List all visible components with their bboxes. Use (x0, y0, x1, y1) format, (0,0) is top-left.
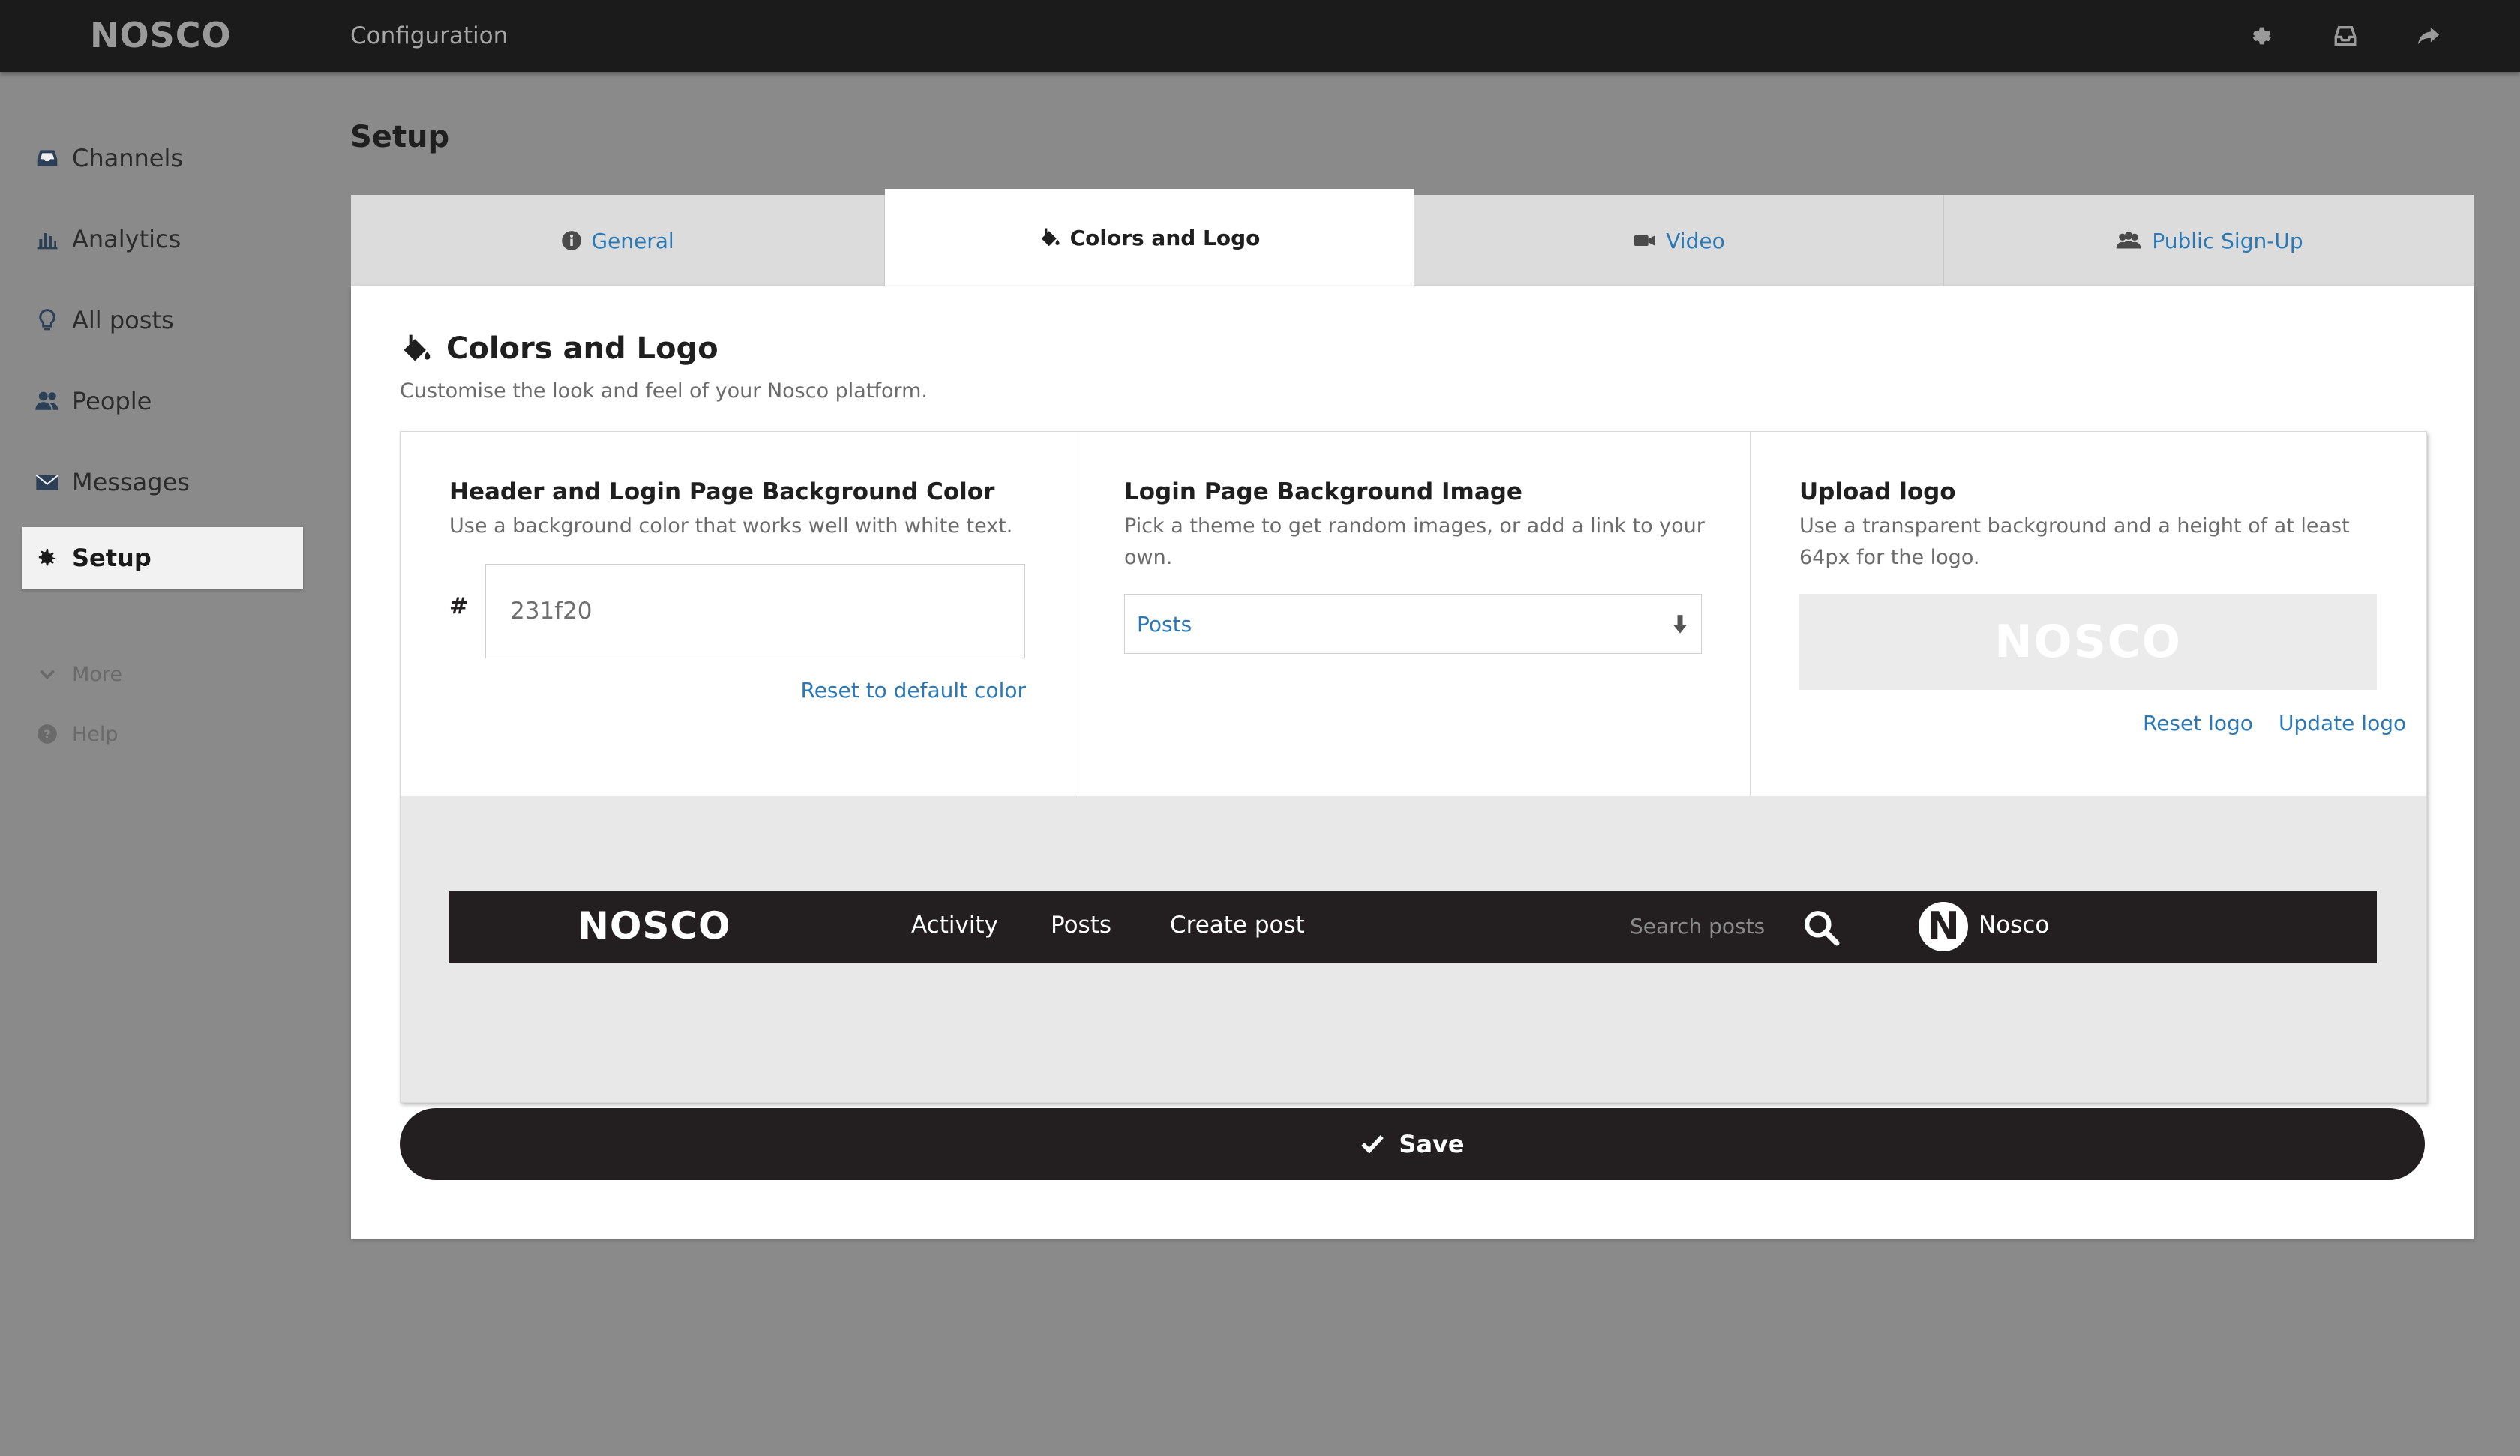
reset-color-link[interactable]: Reset to default color (801, 678, 1027, 703)
tab-general[interactable]: General (351, 195, 885, 286)
video-camera-icon (1634, 235, 1656, 246)
sidebar-help[interactable]: ? Help (22, 703, 303, 765)
preview-brand: NOSCO (578, 904, 731, 948)
update-logo-link[interactable]: Update logo (2278, 711, 2406, 735)
setup-tabs: General Colors and Logo Video Public Sig… (351, 187, 2474, 286)
svg-text:?: ? (44, 727, 50, 741)
preview-username: Nosco (1978, 912, 2050, 939)
preview-nav-item: Create post (1170, 912, 1305, 939)
paint-bucket-icon (1041, 228, 1060, 247)
sidebar-more-toggle[interactable]: More (22, 643, 303, 705)
people-icon (34, 388, 60, 414)
bar-chart-icon (34, 226, 60, 252)
image-card-description: Pick a theme to get random images, or ad… (1124, 514, 1705, 569)
background-image-card: Login Page Background Image Pick a theme… (1076, 432, 1750, 796)
sidebar-item-label: Setup (72, 544, 152, 572)
search-icon (1804, 911, 1840, 946)
tab-label: Video (1666, 228, 1725, 253)
lightbulb-icon (34, 307, 60, 333)
image-card-title: Login Page Background Image (1124, 478, 1522, 505)
color-hex-input[interactable]: 231f20 (485, 564, 1025, 658)
sidebar-item-analytics[interactable]: Analytics (22, 208, 303, 270)
sidebar-more-label: More (72, 662, 122, 686)
panel-header: Colors and Logo (400, 331, 718, 366)
sidebar-item-label: Channels (72, 144, 184, 172)
arrow-down-icon (1672, 615, 1688, 634)
top-bar: NOSCO Configuration (0, 0, 2520, 72)
page-title: Setup (350, 120, 450, 154)
tab-label: General (591, 228, 674, 253)
background-theme-select[interactable]: Posts (1124, 594, 1702, 654)
sidebar-help-label: Help (72, 722, 118, 746)
preview-avatar: N (1918, 902, 1968, 951)
tab-label: Public Sign-Up (2152, 228, 2303, 253)
sidebar-item-messages[interactable]: Messages (22, 451, 303, 513)
tab-label: Colors and Logo (1070, 225, 1261, 250)
breadcrumb: Configuration (350, 22, 508, 49)
tab-video[interactable]: Video (1414, 195, 1944, 286)
chevron-down-icon (34, 661, 60, 687)
sidebar-item-setup[interactable]: Setup (22, 527, 303, 589)
settings-cards: Header and Login Page Background Color U… (400, 431, 2427, 1103)
gear-icon (34, 545, 60, 571)
sidebar-item-label: Analytics (72, 225, 182, 253)
tab-colors-and-logo[interactable]: Colors and Logo (885, 189, 1414, 286)
sidebar-item-label: People (72, 387, 152, 415)
preview-search-placeholder: Search posts (1630, 914, 1766, 939)
paint-bucket-icon (404, 334, 430, 361)
select-value: Posts (1137, 611, 1192, 637)
sidebar-item-people[interactable]: People (22, 370, 303, 432)
check-icon (1361, 1135, 1384, 1154)
gear-icon[interactable] (2245, 19, 2278, 52)
panel-title: Colors and Logo (446, 331, 718, 366)
logo-card-title: Upload logo (1799, 478, 1956, 505)
help-icon: ? (34, 721, 60, 747)
sidebar-item-channels[interactable]: Channels (22, 127, 303, 189)
header-preview-area: NOSCO Activity Posts Create post Search … (400, 796, 2426, 1102)
info-icon (562, 231, 582, 250)
sidebar-item-label: Messages (72, 468, 190, 496)
inbox-icon (34, 145, 60, 171)
reset-logo-link[interactable]: Reset logo (2143, 711, 2253, 735)
envelope-icon (34, 469, 60, 495)
sidebar-item-all-posts[interactable]: All posts (22, 289, 303, 351)
sidebar-item-label: All posts (72, 306, 174, 334)
save-button[interactable]: Save (400, 1108, 2425, 1180)
color-card-description: Use a background color that works well w… (449, 514, 1013, 538)
people-icon (2116, 232, 2141, 249)
logo-preview: NOSCO (1799, 594, 2377, 690)
panel-subtitle: Customise the look and feel of your Nosc… (400, 379, 928, 403)
brand-logo[interactable]: NOSCO (90, 15, 232, 55)
color-card: Header and Login Page Background Color U… (400, 432, 1076, 796)
share-icon[interactable] (2412, 19, 2445, 52)
header-preview-bar: NOSCO Activity Posts Create post Search … (448, 891, 2377, 963)
logo-card-description: Use a transparent background and a heigh… (1799, 514, 2350, 569)
color-card-title: Header and Login Page Background Color (449, 478, 995, 505)
hash-label: # (449, 593, 469, 619)
colors-logo-panel: Colors and Logo Customise the look and f… (351, 286, 2474, 1239)
preview-nav-item: Posts (1051, 912, 1112, 939)
preview-nav-item: Activity (911, 912, 998, 939)
upload-logo-card: Upload logo Use a transparent background… (1750, 432, 2426, 796)
inbox-icon[interactable] (2329, 19, 2362, 52)
save-label: Save (1399, 1130, 1465, 1158)
tab-public-sign-up[interactable]: Public Sign-Up (1944, 195, 2474, 286)
